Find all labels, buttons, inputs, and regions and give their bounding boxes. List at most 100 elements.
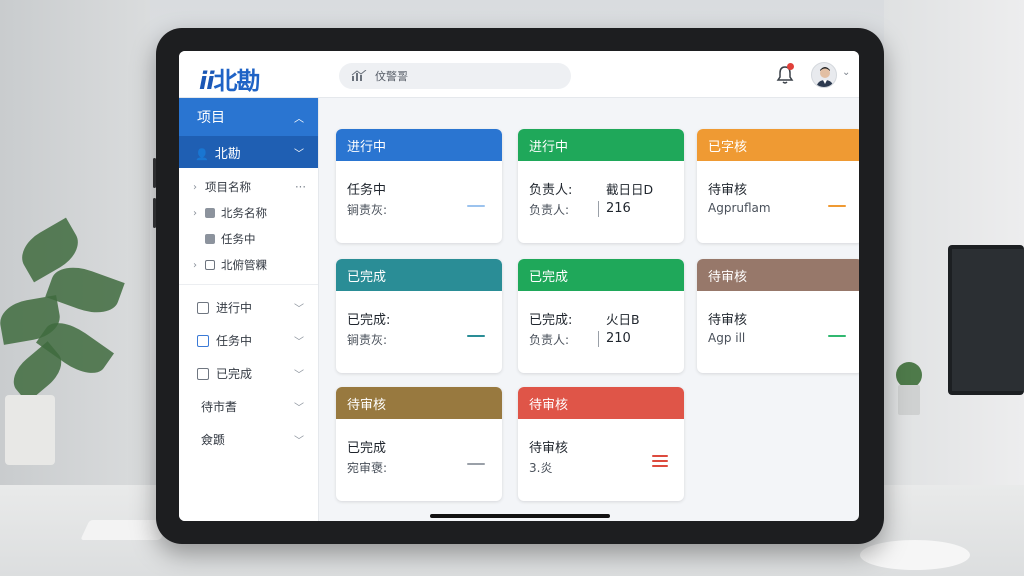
list-icon-line [652,460,668,462]
chevron-down-icon: ﹀ [294,370,304,381]
chevron-down-icon: ﹀ [294,436,304,447]
search-text: 伩警䛐 [375,70,408,83]
card-header: 进行中 [336,129,502,161]
plant-pot [5,395,55,465]
app-logo[interactable]: ii北勘 [199,61,260,96]
search-input[interactable]: 伩警䛐 [339,63,571,89]
card-value: 截日日D [606,182,654,197]
card-body: 待审核 Agpruflam [697,161,859,243]
card-title: 已完成 [347,441,387,456]
task-card[interactable]: 待审核 待审核 3.炎 [518,387,684,501]
tree-item-project-name[interactable]: › 项目名称 ··· [179,174,318,200]
sidebar-item-label: 待市耆 [201,400,238,414]
card-subtitle: 锏责灰: [347,203,388,217]
sidebar-sub-header-group: 👤 北勘 [195,143,241,162]
card-title: 已完成: [347,313,391,328]
checkbox-icon[interactable] [197,367,209,380]
top-bar: ii北勘 伩警䛐 ⌄ [179,51,859,98]
sidebar-item-pending[interactable]: 待市耆 ﹀ [179,390,318,423]
task-card[interactable]: 已完成 已完成: 负责人: 火日B 210 [518,259,684,373]
task-card[interactable]: 待审核 待审核 Agp ill [697,259,859,373]
card-subtitle: Agpruflam [708,201,771,215]
card-body: 待审核 3.炎 [518,419,684,501]
tree-item-in-progress[interactable]: 任务中 [179,226,318,252]
square-icon [205,208,215,218]
card-header: 待审核 [336,387,502,419]
tablet-device: ii北勘 伩警䛐 ⌄ 项目 ︿ 👤 北勘 ﹀ › 项目名称 ··· › 北务名称… [153,28,884,544]
task-card[interactable]: 进行中 负责人: 负责人: 截日日D 216 [518,129,684,243]
card-header: 进行中 [518,129,684,161]
sidebar-tree: › 项目名称 ··· › 北务名称 任务中 › 北俯管粿 [179,168,318,278]
sidebar-item-label: 已完成 [216,367,253,381]
tablet-side-button [153,158,156,188]
chevron-right-icon: › [193,181,197,193]
card-value: 210 [606,331,631,346]
tablet-side-button [153,198,156,228]
sidebar-divider [179,284,318,285]
tree-item-label: 北俯管粿 [221,258,267,272]
dash-icon [467,463,485,465]
chevron-down-icon: ﹀ [294,148,304,160]
chevron-right-icon: › [193,207,197,219]
sidebar-item-extra[interactable]: 僉踬 ﹀ [179,423,318,456]
checkbox-icon[interactable] [197,301,209,314]
card-subtitle: 负责人: [529,333,570,347]
more-icon[interactable]: ··· [295,180,306,194]
tree-item-management[interactable]: › 北俯管粿 [179,252,318,278]
checkbox-icon[interactable] [205,260,215,270]
card-body: 待审核 Agp ill [697,291,859,373]
card-header: 已完成 [336,259,502,291]
sidebar-item-completed[interactable]: 已完成 ﹀ [179,357,318,390]
dash-icon [467,335,485,337]
card-title: 已完成: [529,313,573,328]
tree-item-task-name[interactable]: › 北务名称 [179,200,318,226]
notification-dot [787,63,794,70]
sidebar-sub-header[interactable]: 👤 北勘 ﹀ [179,136,318,168]
logo-text: 北勘 [213,67,260,95]
task-card[interactable]: 进行中任务中锏责灰: [336,129,502,243]
task-card[interactable]: 待审核已完成宛审褒: [336,387,502,501]
chevron-down-icon: ﹀ [294,304,304,315]
list-icon[interactable] [652,455,668,471]
square-icon [205,234,215,244]
sidebar-sub-header-label: 北勘 [214,146,241,162]
card-value: 火日B [606,312,640,327]
sidebar-item-task[interactable]: 任务中 ﹀ [179,324,318,357]
background-monitor-screen [952,249,1024,391]
user-icon: 👤 [195,147,209,161]
sidebar: 项目 ︿ 👤 北勘 ﹀ › 项目名称 ··· › 北务名称 任务中 › 北俯管粿… [179,98,319,521]
sidebar-item-in-progress[interactable]: 进行中 ﹀ [179,291,318,324]
chevron-down-icon[interactable]: ⌄ [842,67,850,78]
tree-item-label: 项目名称 [205,180,251,194]
sidebar-header[interactable]: 项目 ︿ [179,98,318,136]
card-separator [598,331,599,347]
card-subtitle: Agp ill [708,331,746,345]
app-screen: ii北勘 伩警䛐 ⌄ 项目 ︿ 👤 北勘 ﹀ › 项目名称 ··· › 北务名称… [179,51,859,521]
card-body: 任务中锏责灰: [336,161,502,243]
task-card[interactable]: 已完成 已完成: 锏责灰: [336,259,502,373]
card-separator [598,201,599,217]
dash-icon [828,335,846,337]
task-card[interactable]: 已字核 待审核 Agpruflam [697,129,859,243]
avatar[interactable] [811,62,837,88]
card-body: 负责人: 负责人: 截日日D 216 [518,161,684,243]
sidebar-header-label: 项目 [197,110,225,126]
chevron-down-icon: ﹀ [294,403,304,414]
card-subtitle: 宛审褒: [347,461,388,475]
card-header: 待审核 [697,259,859,291]
card-header: 待审核 [518,387,684,419]
sidebar-item-label: 进行中 [216,301,253,315]
list-icon-line [652,465,668,467]
dash-icon [467,205,485,207]
card-subtitle: 负责人: [529,203,570,217]
chart-icon [351,69,367,82]
sidebar-item-label: 任务中 [216,334,253,348]
checkbox-icon[interactable] [197,334,209,347]
tree-item-label: 任务中 [221,232,256,246]
sidebar-item-label: 僉踬 [201,433,226,447]
card-value: 216 [606,201,631,216]
chevron-down-icon: ﹀ [294,337,304,348]
list-icon-line [652,455,668,457]
card-title: 待审核 [708,313,748,328]
card-title: 任务中 [347,183,387,198]
